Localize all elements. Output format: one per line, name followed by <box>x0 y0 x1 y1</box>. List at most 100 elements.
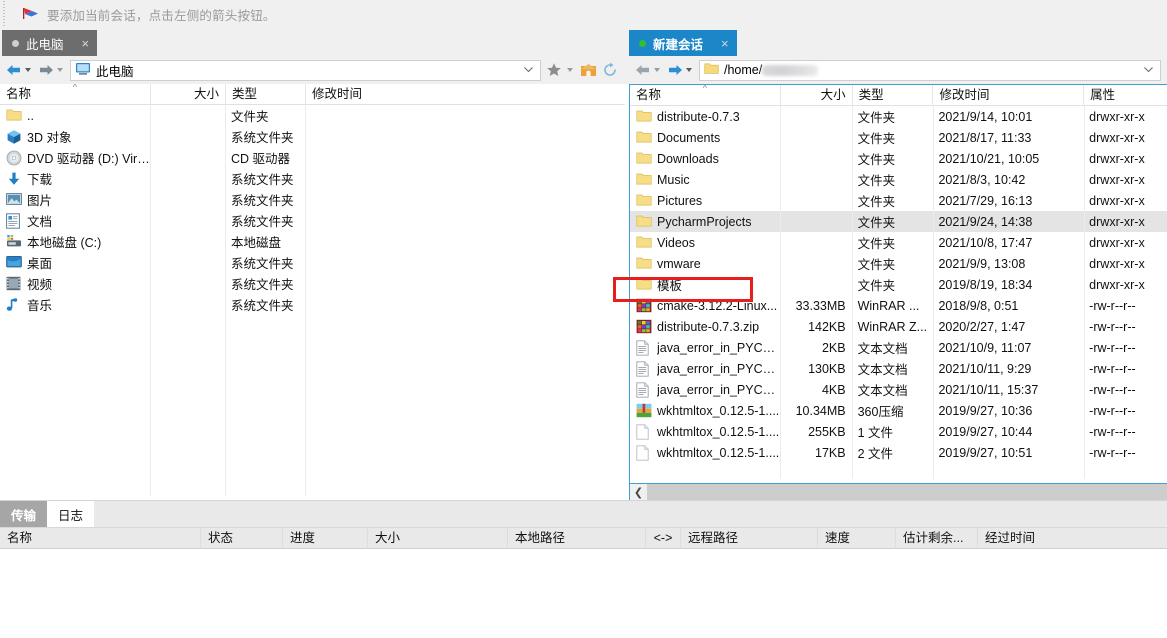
file-name: DVD 驱动器 (D:) Virt... <box>27 152 150 166</box>
transfer-column-header-1[interactable]: 状态 <box>200 527 282 549</box>
chevron-down-icon[interactable] <box>567 68 573 72</box>
table-row[interactable]: wkhtmltox_0.12.5-1.... 17KB 2 文件 2019/9/27,… <box>630 442 1167 463</box>
tab-new-session[interactable]: 新建会话 × <box>629 30 737 56</box>
column-header-2[interactable]: 类型 <box>225 83 305 105</box>
cell-type: 系统文件夹 <box>231 131 294 145</box>
back-button[interactable] <box>633 59 665 81</box>
column-divider <box>933 106 934 479</box>
table-row[interactable]: 下载 系统文件夹 <box>0 168 625 189</box>
transfer-column-header-5[interactable]: <-> <box>645 527 680 549</box>
tab-this-pc[interactable]: 此电脑 × <box>2 30 98 56</box>
table-row[interactable]: Pictures 文件夹 2021/7/29, 16:13 drwxr-xr-x <box>630 190 1167 211</box>
remote-file-list[interactable]: distribute-0.7.3 文件夹 2021/9/14, 10:01 drwxr… <box>630 106 1167 479</box>
cell-name: Music <box>630 172 780 188</box>
table-row[interactable]: 音乐 系统文件夹 <box>0 294 625 315</box>
table-row[interactable]: 模板 文件夹 2019/8/19, 18:34 drwxr-xr-x <box>630 274 1167 295</box>
transfer-column-header-8[interactable]: 估计剩余... <box>895 527 977 549</box>
table-row[interactable]: java_error_in_PYCH... 2KB 文本文档 2021/10/9, 1… <box>630 337 1167 358</box>
chevron-down-icon[interactable] <box>1143 64 1154 75</box>
table-row[interactable]: 本地磁盘 (C:) 本地磁盘 <box>0 231 625 252</box>
transfer-column-header-6[interactable]: 远程路径 <box>680 527 817 549</box>
back-button[interactable] <box>4 59 36 81</box>
local-column-header: 名称 ^ 大小 类型 修改时间 <box>0 83 625 105</box>
close-icon[interactable]: × <box>721 37 729 50</box>
remote-horizontal-scrollbar[interactable]: ❮ <box>629 484 1167 500</box>
table-row[interactable]: wkhtmltox_0.12.5-1.... 255KB 1 文件 2019/9/27… <box>630 421 1167 442</box>
table-row[interactable]: 视频 系统文件夹 <box>0 273 625 294</box>
file-name: Music <box>657 172 690 187</box>
3dobjects-icon <box>6 129 22 145</box>
column-header-1[interactable]: 大小 <box>779 84 852 106</box>
chevron-down-icon[interactable] <box>686 68 692 72</box>
cell-attrs: drwxr-xr-x <box>1089 130 1145 145</box>
file-name: Downloads <box>657 151 719 166</box>
table-row[interactable]: Videos 文件夹 2021/10/8, 17:47 drwxr-xr-x <box>630 232 1167 253</box>
transfer-column-header-4[interactable]: 本地路径 <box>507 527 645 549</box>
transfer-column-header-7[interactable]: 速度 <box>817 527 895 549</box>
bookmark-button[interactable] <box>543 59 565 81</box>
table-row[interactable]: distribute-0.7.3.zip 142KB WinRAR Z... 2020… <box>630 316 1167 337</box>
local-toolbar: 此电脑 <box>0 56 625 84</box>
table-row[interactable]: cmake-3.12.2-Linux... 33.33MB WinRAR ... 20… <box>630 295 1167 316</box>
cell-name: 视频 <box>0 274 150 293</box>
table-row[interactable]: Documents 文件夹 2021/8/17, 11:33 drwxr-xr-x <box>630 127 1167 148</box>
transfer-list[interactable] <box>0 549 1167 637</box>
table-row[interactable]: java_error_in_PYCH... 4KB 文本文档 2021/10/11, … <box>630 379 1167 400</box>
local-file-list[interactable]: .. 文件夹 3D 对象 系统文件夹 DVD 驱动器 (D:) Virt... CD 驱动… <box>0 105 625 496</box>
table-row[interactable]: Downloads 文件夹 2021/10/21, 10:05 drwxr-xr-x <box>630 148 1167 169</box>
table-row[interactable]: distribute-0.7.3 文件夹 2021/9/14, 10:01 drwxr… <box>630 106 1167 127</box>
table-row[interactable]: 3D 对象 系统文件夹 <box>0 126 625 147</box>
table-row[interactable]: Music 文件夹 2021/8/3, 10:42 drwxr-xr-x <box>630 169 1167 190</box>
remote-path-input[interactable]: /home/ <box>699 59 1161 81</box>
column-header-0[interactable]: 名称 ^ <box>630 85 780 106</box>
cell-size: 4KB <box>821 382 846 397</box>
transfer-tab-0[interactable]: 传输 <box>0 501 48 527</box>
chevron-down-icon[interactable] <box>25 68 31 72</box>
chevron-left-icon[interactable]: ❮ <box>630 484 647 500</box>
videos-icon <box>6 276 22 292</box>
table-row[interactable]: .. 文件夹 <box>0 105 625 126</box>
chevron-down-icon[interactable] <box>654 68 660 72</box>
table-row[interactable]: 文档 系统文件夹 <box>0 210 625 231</box>
cell-type: 系统文件夹 <box>231 299 294 313</box>
cell-attrs: drwxr-xr-x <box>1089 109 1145 124</box>
text-icon <box>636 339 652 356</box>
cell-type: 系统文件夹 <box>231 278 294 292</box>
transfer-column-header-0[interactable]: 名称 <box>0 527 200 549</box>
scrollbar-track[interactable] <box>647 484 1167 500</box>
home-button[interactable] <box>577 59 599 81</box>
cell-name: Documents <box>630 130 780 146</box>
close-icon[interactable]: × <box>82 37 90 50</box>
transfer-column-header-3[interactable]: 大小 <box>367 527 507 549</box>
column-header-1[interactable]: 大小 <box>150 83 225 105</box>
transfer-column-header-9[interactable]: 经过时间 <box>977 527 1067 549</box>
table-row[interactable]: PycharmProjects 文件夹 2021/9/24, 14:38 drwxr-… <box>630 211 1167 232</box>
table-row[interactable]: 桌面 系统文件夹 <box>0 252 625 273</box>
transfer-column-header-2[interactable]: 进度 <box>282 527 367 549</box>
local-path-input[interactable]: 此电脑 <box>70 59 541 81</box>
column-header-2[interactable]: 类型 <box>851 84 933 106</box>
folder-icon <box>636 193 652 209</box>
table-row[interactable]: java_error_in_PYCH... 130KB 文本文档 2021/10/11… <box>630 358 1167 379</box>
table-row[interactable]: DVD 驱动器 (D:) Virt... CD 驱动器 <box>0 147 625 168</box>
forward-button[interactable] <box>36 59 68 81</box>
forward-button[interactable] <box>665 59 697 81</box>
file-name: 模板 <box>657 279 683 293</box>
table-row[interactable]: 图片 系统文件夹 <box>0 189 625 210</box>
chevron-down-icon[interactable] <box>57 68 63 72</box>
table-row[interactable]: vmware 文件夹 2021/9/9, 13:08 drwxr-xr-x <box>630 253 1167 274</box>
chevron-down-icon[interactable] <box>523 64 534 75</box>
cell-modified: 2021/9/24, 14:38 <box>938 214 1033 229</box>
cell-modified: 2021/10/8, 17:47 <box>938 235 1033 250</box>
column-header-0[interactable]: 名称 ^ <box>0 84 150 105</box>
remote-toolbar: /home/ <box>625 56 1167 84</box>
refresh-button[interactable] <box>599 59 621 81</box>
column-header-3[interactable]: 修改时间 <box>932 84 1083 106</box>
table-row[interactable]: wkhtmltox_0.12.5-1.... 10.34MB 360压缩 2019/9… <box>630 400 1167 421</box>
tabstrip-filler <box>94 501 1167 527</box>
transfer-tab-1[interactable]: 日志 <box>47 501 95 527</box>
folder-icon <box>636 109 652 125</box>
column-header-3[interactable]: 修改时间 <box>305 83 455 105</box>
cell-name: 音乐 <box>0 295 150 314</box>
column-header-4[interactable]: 属性 <box>1083 84 1167 106</box>
